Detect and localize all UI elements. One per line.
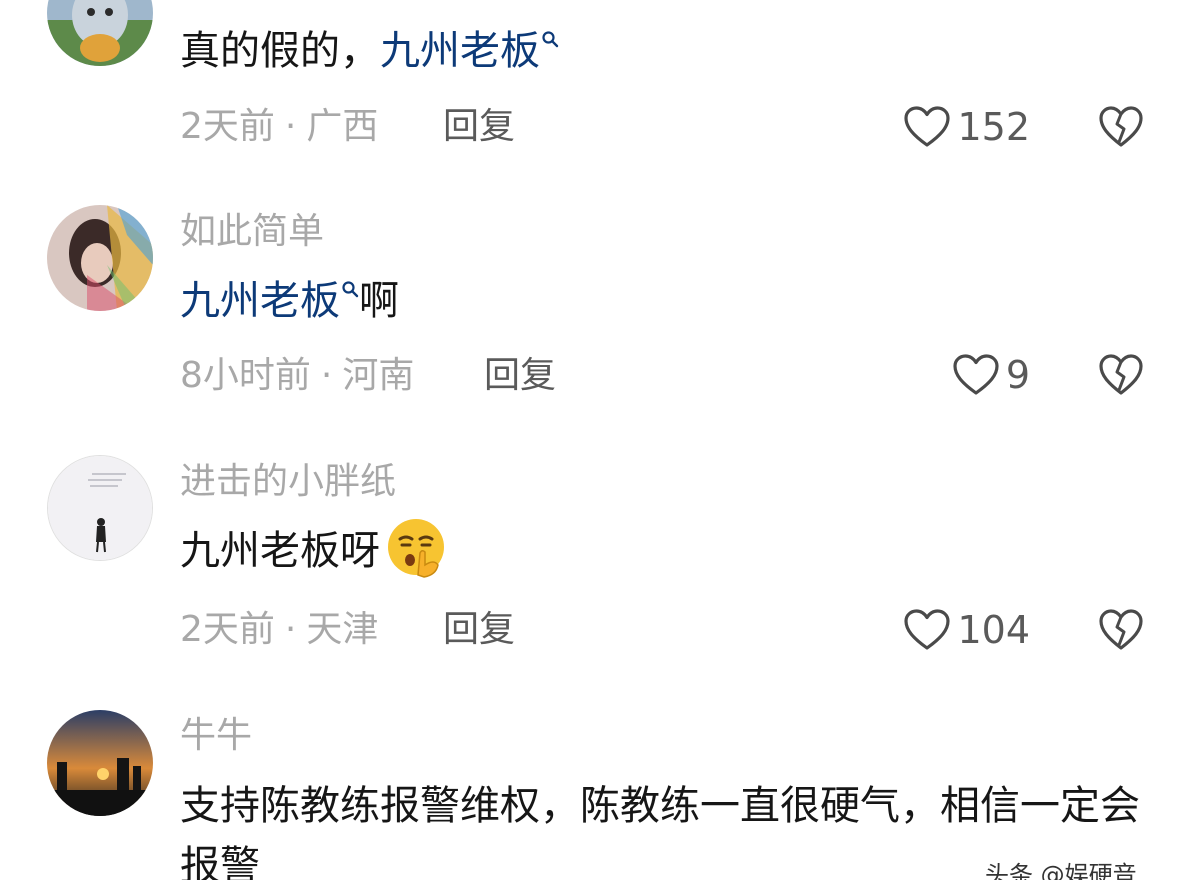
comment-meta: 8小时前 · 河南 [180, 355, 415, 396]
reply-button[interactable]: 回复 [443, 107, 515, 147]
topic-link[interactable]: 九州老板 [180, 278, 359, 324]
username[interactable]: 如此简单 [180, 212, 324, 252]
avatar[interactable] [47, 0, 153, 66]
comment-text: 真的假的，九州老板 [180, 26, 559, 76]
heart-outline-icon [904, 609, 951, 650]
broken-heart-icon[interactable] [1098, 104, 1144, 150]
shushing-face-emoji [388, 519, 444, 578]
avatar[interactable] [47, 205, 153, 311]
avatar[interactable] [47, 710, 153, 816]
reply-button[interactable]: 回复 [484, 356, 556, 396]
watermark: 头条 @娱硬音 [985, 861, 1137, 880]
like-count: 152 [957, 105, 1030, 149]
comment-meta: 2天前 · 天津 [180, 609, 379, 650]
heart-outline-icon [953, 354, 999, 395]
search-mark-icon [542, 31, 559, 48]
like-button[interactable]: 9 [952, 350, 1030, 400]
search-mark-icon [342, 281, 359, 298]
comment-text: 九州老板啊 [180, 278, 399, 324]
comment-text: 九州老板呀 [180, 519, 448, 579]
username[interactable]: 牛牛 [180, 716, 252, 756]
like-count: 104 [957, 608, 1030, 652]
heart-outline-icon [904, 106, 951, 147]
like-button[interactable]: 152 [903, 102, 1030, 152]
topic-link[interactable]: 九州老板 [380, 28, 559, 74]
avatar[interactable] [47, 455, 153, 561]
comment-meta: 2天前 · 广西 [180, 106, 379, 147]
reply-button[interactable]: 回复 [443, 610, 515, 650]
like-count: 9 [1005, 353, 1030, 397]
username[interactable]: 进击的小胖纸 [180, 462, 396, 502]
broken-heart-icon[interactable] [1098, 607, 1144, 653]
like-button[interactable]: 104 [903, 605, 1030, 655]
broken-heart-icon[interactable] [1098, 352, 1144, 398]
comment-list: 真的假的，九州老板 2天前 · 广西 回复 152 如此简单 九州老板啊 8小时… [0, 0, 1200, 880]
